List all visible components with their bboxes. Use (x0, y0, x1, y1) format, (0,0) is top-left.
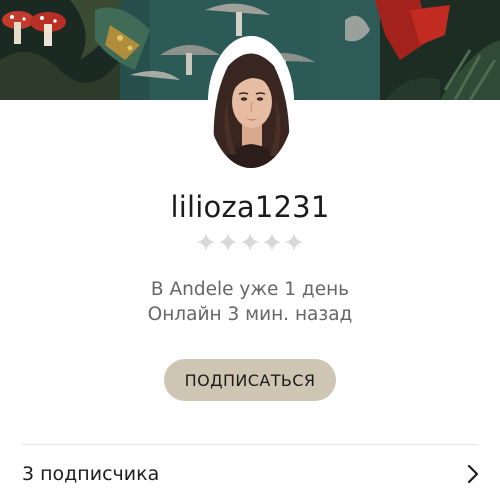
chevron-right-icon (467, 464, 479, 484)
divider (22, 444, 478, 445)
username: lilioza1231 (170, 190, 330, 224)
member-since-text: В Andele уже 1 день (150, 279, 350, 300)
avatar[interactable] (208, 36, 294, 168)
rating-star-icon (241, 233, 259, 251)
rating-stars (0, 232, 500, 254)
rating-star-icon (285, 233, 303, 251)
online-status-text: Онлайн 3 мин. назад (147, 304, 353, 325)
followers-label: 3 подписчика (22, 463, 160, 485)
rating-star-icon (219, 233, 237, 251)
followers-row[interactable]: 3 подписчика (0, 446, 500, 500)
subscribe-button[interactable]: ПОДПИСАТЬСЯ (164, 359, 336, 401)
profile-meta: В Andele уже 1 день Онлайн 3 мин. назад (0, 277, 500, 327)
rating-star-icon (197, 233, 215, 251)
rating-star-icon (263, 233, 281, 251)
